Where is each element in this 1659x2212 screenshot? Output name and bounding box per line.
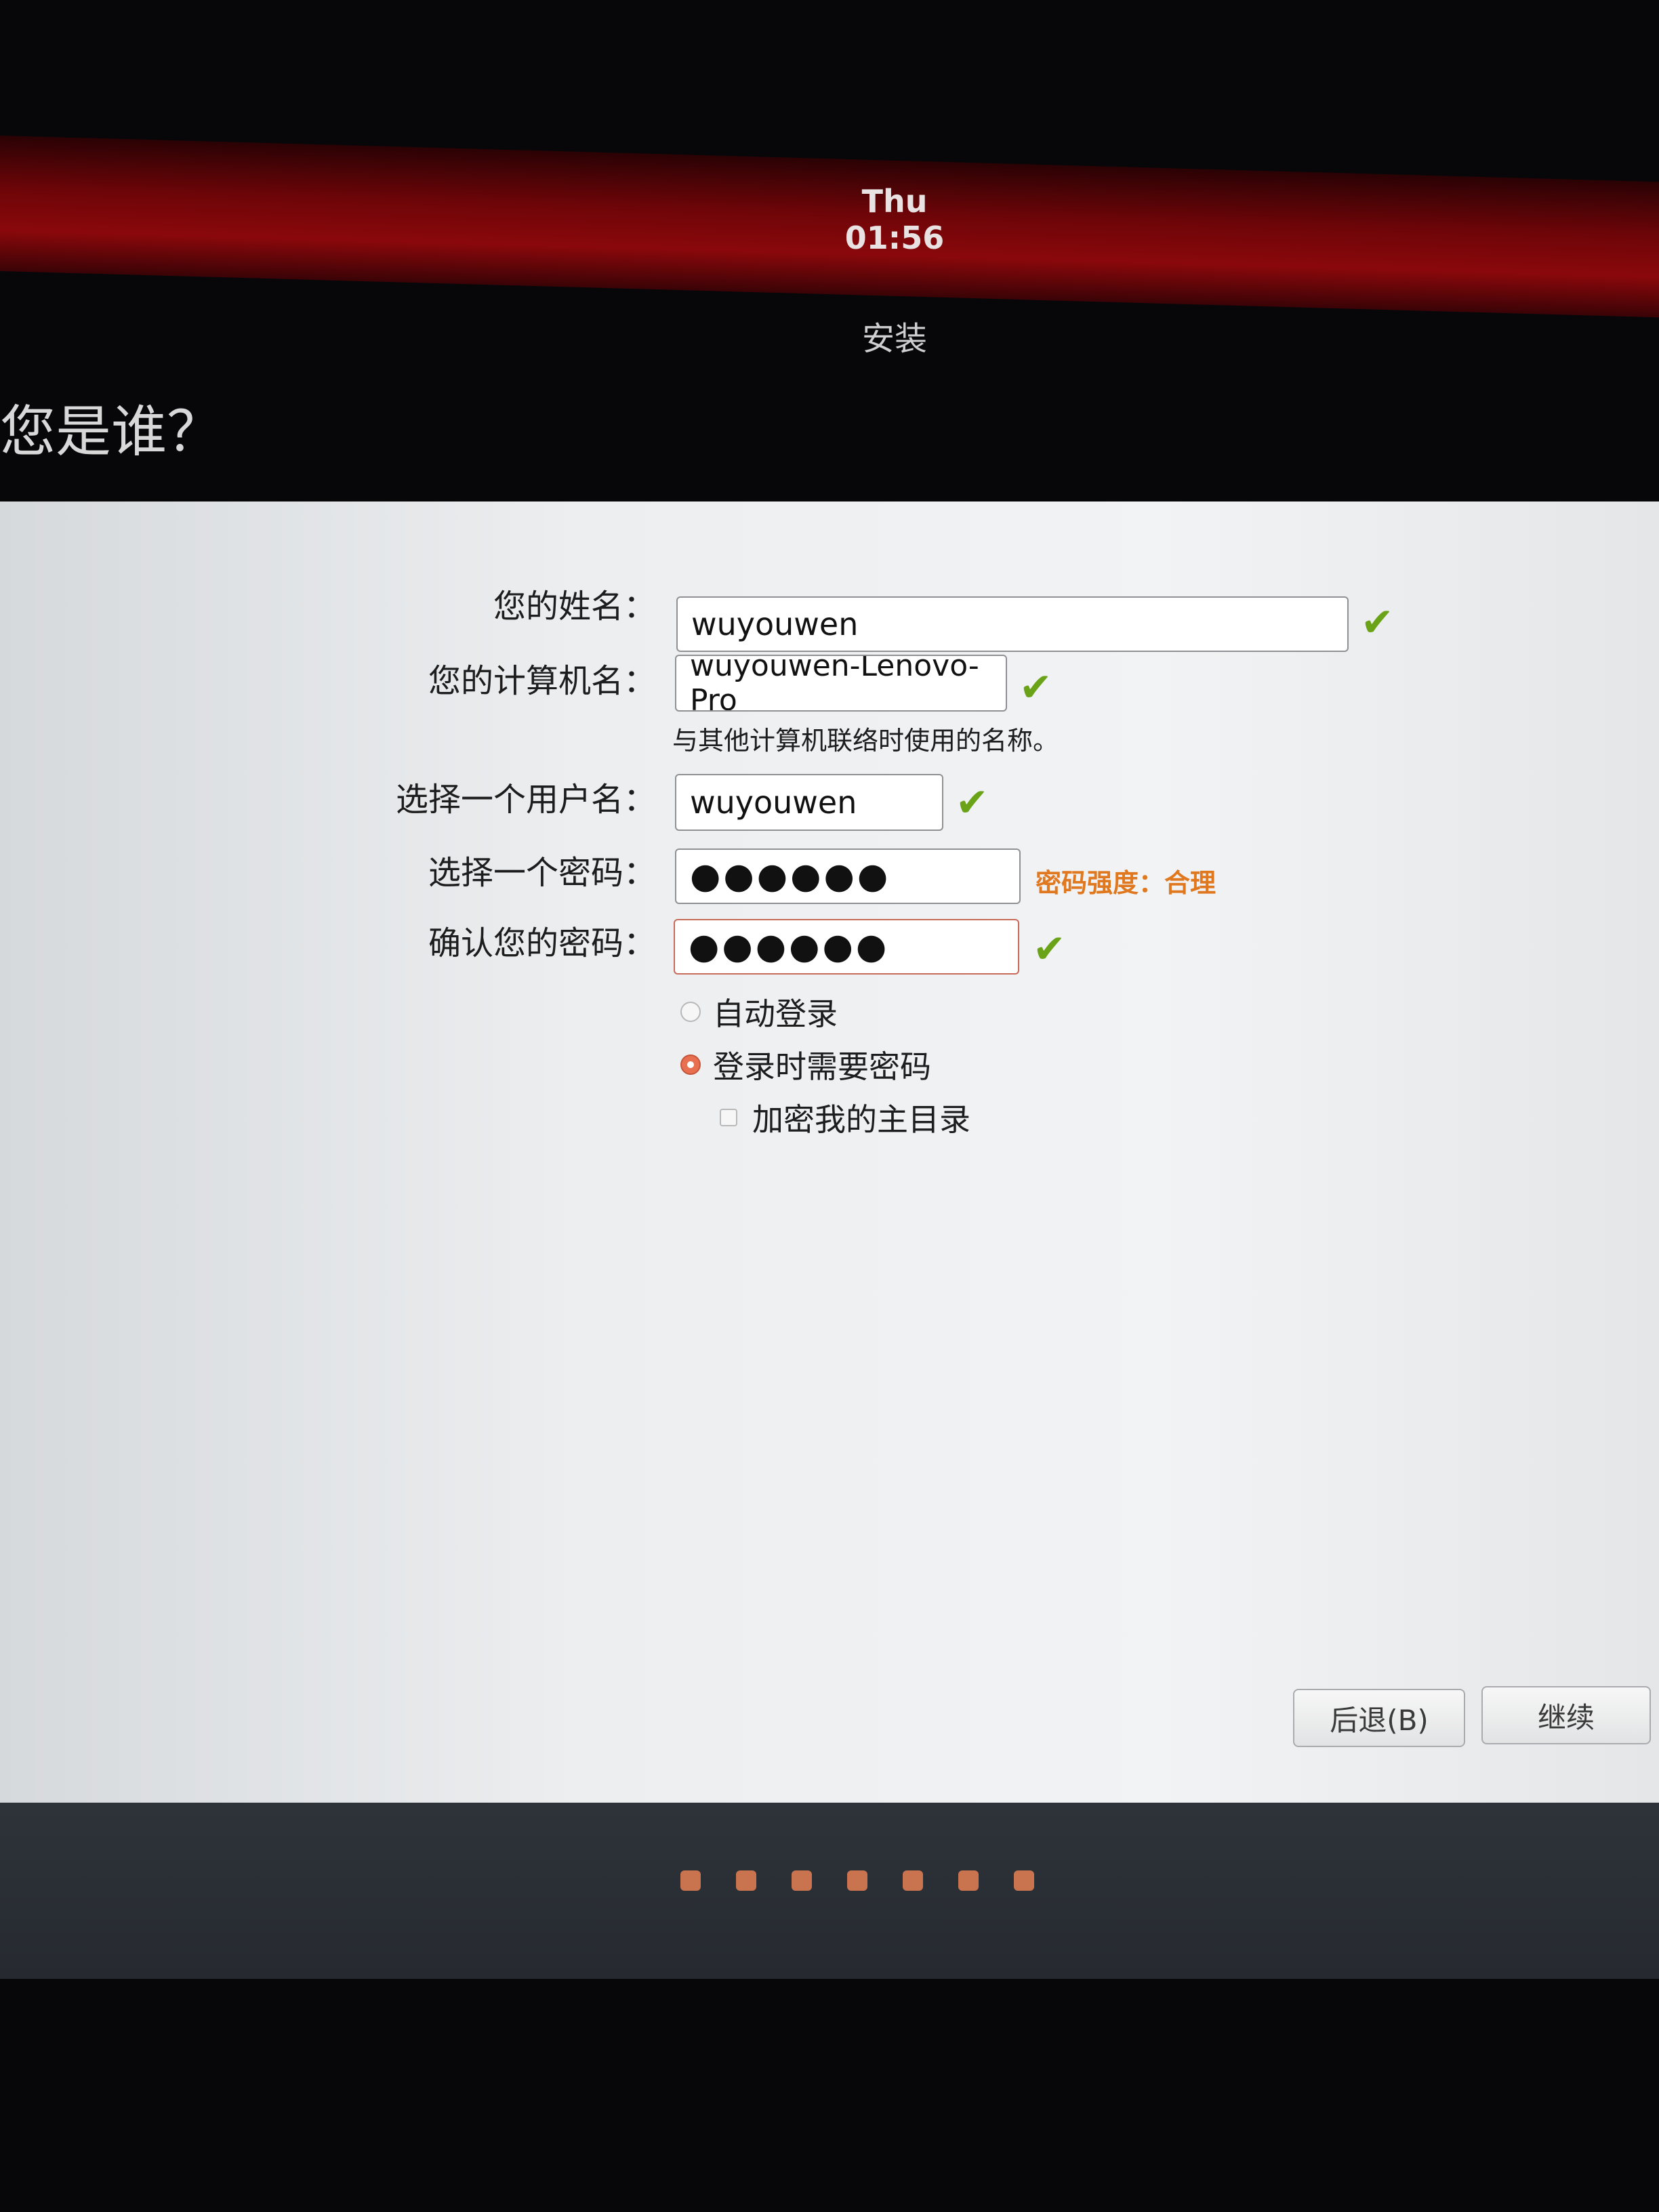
computer-name-label: 您的计算机名： [428, 662, 656, 700]
progress-dot [1014, 1870, 1034, 1891]
auto-login-option[interactable]: 自动登录 [680, 989, 838, 1034]
confirm-password-check-icon: ✔ [1033, 926, 1066, 972]
progress-dot [736, 1870, 756, 1891]
name-label: 您的姓名： [493, 588, 656, 626]
computer-name-hint: 与其他计算机联络时使用的名称。 [672, 726, 1059, 756]
auto-login-label: 自动登录 [713, 996, 838, 1032]
encrypt-home-option[interactable]: 加密我的主目录 [720, 1095, 970, 1140]
require-password-label: 登录时需要密码 [713, 1048, 931, 1085]
progress-dot [792, 1870, 812, 1891]
auto-login-radio[interactable] [680, 1002, 701, 1022]
back-button[interactable]: 后退(B) [1293, 1689, 1465, 1747]
progress-dot [958, 1870, 979, 1891]
window-title: 安装 [861, 320, 927, 358]
username-input[interactable]: wuyouwen [675, 774, 943, 831]
installer-footer [0, 1803, 1659, 1979]
progress-dot [847, 1870, 867, 1891]
password-label: 选择一个密码： [428, 854, 656, 892]
username-check-icon: ✔ [956, 779, 989, 825]
require-password-option[interactable]: 登录时需要密码 [680, 1042, 931, 1087]
page-title: 您是谁？ [0, 400, 223, 464]
confirm-password-label: 确认您的密码： [428, 924, 656, 962]
continue-button[interactable]: 继续 [1481, 1686, 1651, 1744]
password-input[interactable]: ●●●●●● [675, 848, 1021, 904]
computer-name-input[interactable]: wuyouwen-Lenovo-Pro [675, 655, 1007, 712]
computer-name-check-icon: ✔ [1019, 664, 1052, 710]
name-check-icon: ✔ [1361, 599, 1394, 645]
clock[interactable]: Thu 01:56 [827, 183, 962, 256]
progress-dots [680, 1870, 1034, 1891]
confirm-password-input[interactable]: ●●●●●● [674, 919, 1019, 975]
password-strength: 密码强度：合理 [1036, 868, 1216, 898]
encrypt-home-label: 加密我的主目录 [752, 1101, 970, 1138]
progress-dot [680, 1870, 701, 1891]
require-password-radio[interactable] [680, 1054, 701, 1075]
encrypt-home-checkbox[interactable] [720, 1109, 737, 1126]
username-label: 选择一个用户名： [395, 781, 656, 819]
name-input[interactable]: wuyouwen [676, 596, 1349, 652]
progress-dot [903, 1870, 923, 1891]
